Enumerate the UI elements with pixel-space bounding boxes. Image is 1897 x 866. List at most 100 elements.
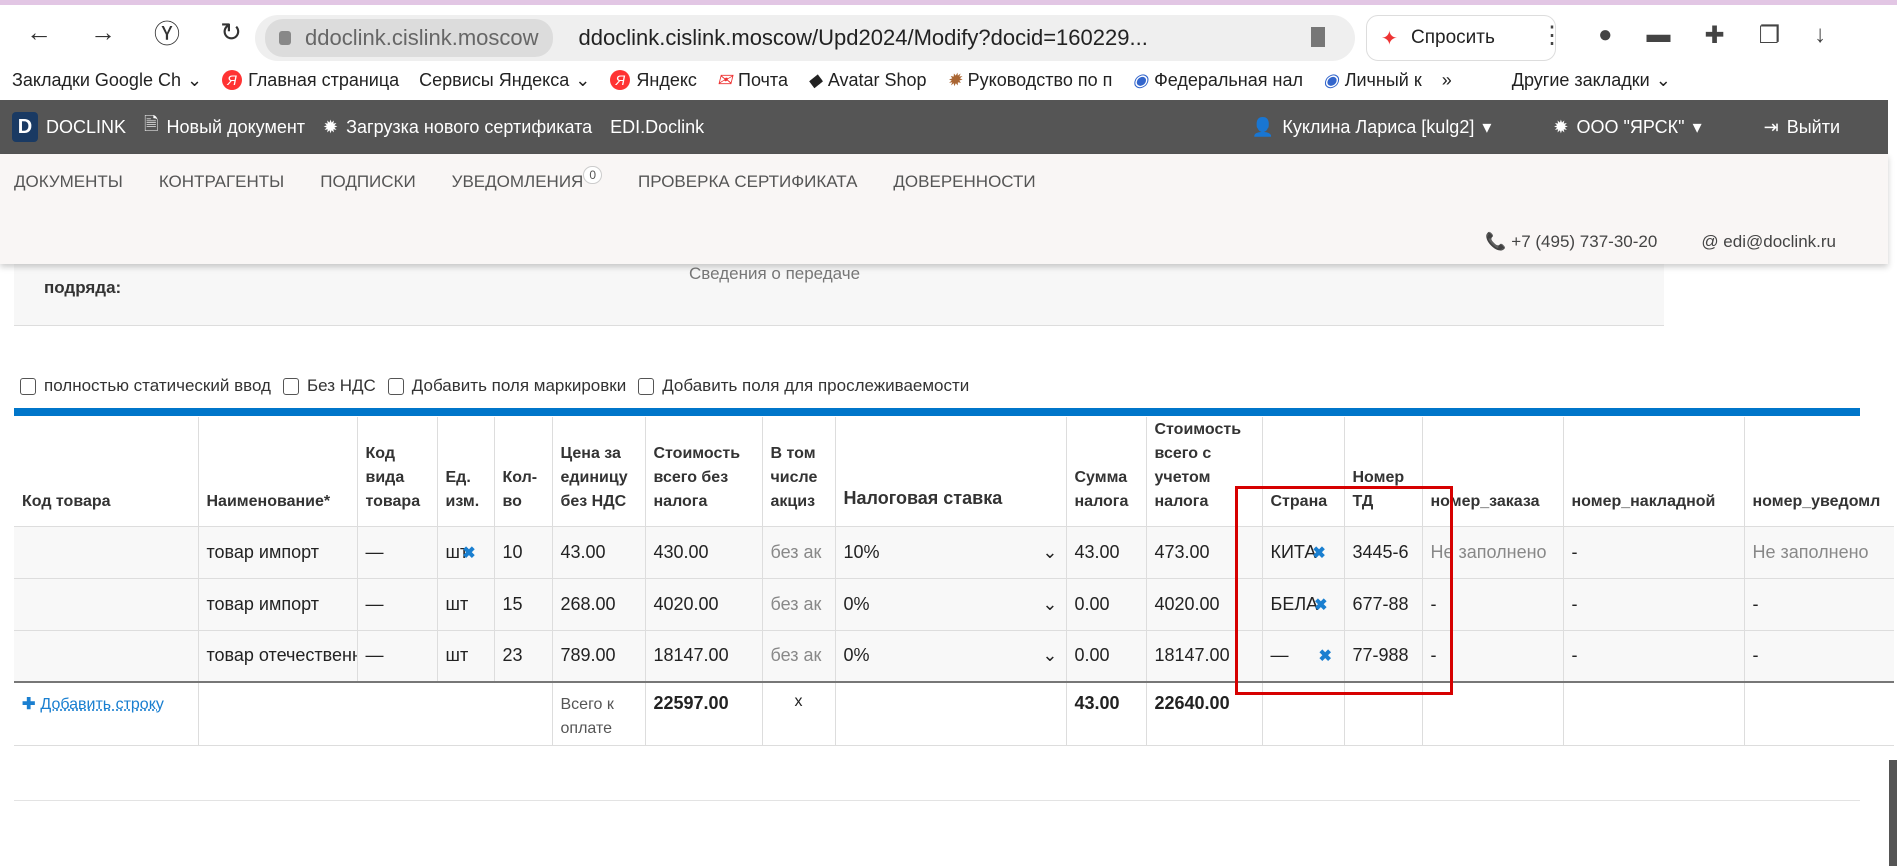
cell-unit[interactable]: шт [436,577,494,630]
qty-value: 10 [502,541,523,562]
traceability-fields-checkbox[interactable]: Добавить поля для прослеживаемости [638,376,969,396]
cell-excise[interactable]: без ак [761,629,835,682]
options-checkboxes: полностью статический ввод Без НДС Добав… [20,376,969,396]
tab-cert-check[interactable]: ПРОВЕРКА СЕРТИФИКАТА [638,172,857,192]
cell-rate[interactable]: 10% ⌄ [834,525,1066,578]
tab-powers-of-attorney[interactable]: ДОВЕРЕННОСТИ [893,172,1035,192]
cell-qty[interactable]: 23 [493,629,552,682]
cell-excise[interactable]: без ак [761,525,835,578]
other-bookmarks[interactable]: Другие закладки ⌄ [1512,70,1671,91]
back-icon[interactable]: ← [14,17,64,48]
bookmark-item[interactable]: Я Яндекс [610,70,697,91]
tab-subscriptions[interactable]: ПОДПИСКИ [320,172,415,192]
address-bar[interactable]: ddoclink.cislink.moscow ddoclink.cislink… [255,15,1355,61]
cell-rate[interactable]: 0% ⌄ [834,629,1066,682]
cell-price[interactable]: 43.00 [551,525,645,578]
no-vat-checkbox[interactable]: Без НДС [282,376,376,396]
user-menu[interactable]: 👤 Куклина Лариса [kulg2] ▾ [1252,117,1491,138]
bookmark-item[interactable]: ✹ Руководство по п [947,70,1113,91]
tabs-icon[interactable]: ❐ [1759,21,1781,50]
download-icon[interactable]: ↓ [1814,21,1826,50]
cell-cost[interactable]: 18147.00 [644,629,762,682]
scrollbar[interactable] [1889,760,1897,866]
upload-cert-link[interactable]: ✹ Загрузка нового сертификата [323,117,592,138]
tab-documents[interactable]: ДОКУМЕНТЫ [14,172,123,192]
cell-name[interactable]: товар импорт [197,577,357,630]
bookmark-icon[interactable] [1311,27,1325,47]
cell-qty[interactable]: 15 [493,577,552,630]
gear-icon: ✹ [946,69,962,90]
new-document-link[interactable]: 🗎 Новый документ [144,112,305,142]
edi-link[interactable]: EDI.Doclink [610,117,704,138]
cell-cost[interactable]: 4020.00 [644,577,762,630]
extensions-icon[interactable]: ✚ [1705,21,1725,50]
email[interactable]: @ edi@doclink.ru [1701,232,1836,252]
cell-notice[interactable]: Не заполнено [1743,525,1894,578]
cell-cost[interactable]: 430.00 [644,525,762,578]
profile-icon[interactable]: ● [1598,21,1613,50]
label: Выйти [1786,116,1840,137]
cell-excise[interactable]: без ак [761,577,835,630]
tax-total: 43.00 [1065,681,1146,746]
reload-icon[interactable]: ↻ [206,17,256,48]
org-menu[interactable]: ✹ ООО "ЯРСК" ▾ [1553,117,1701,138]
tax-rate-select[interactable]: 0% ⌄ [844,594,1058,615]
more-bookmarks[interactable]: » [1442,70,1452,91]
plus-icon[interactable]: ✚ [22,696,35,713]
static-input-checkbox[interactable]: полностью статический ввод [20,376,271,396]
cell-tax[interactable]: 0.00 [1065,629,1146,682]
logo-text[interactable]: DOCLINK [46,117,126,138]
goods-table: Код товара Наименование* Код вида товара Ед… [14,417,1894,746]
add-row-link[interactable]: Добавить строку [40,696,163,713]
notice-value: - [1752,645,1759,666]
field-value[interactable]: Сведения о передаче [689,264,860,284]
gear-icon: ✹ [1553,116,1569,137]
qty-value: 23 [502,645,523,666]
cell-invoice[interactable]: - [1562,577,1744,630]
bookmark-item[interactable]: Сервисы Яндекса ⌄ [419,70,590,91]
ask-button[interactable]: Спросить [1366,15,1556,61]
cell-rate[interactable]: 0% ⌄ [834,577,1066,630]
cell-name[interactable]: товар отечественный [197,629,358,682]
cell-notice[interactable]: - [1743,629,1894,682]
bookmark-item[interactable]: Я Главная страница [222,70,399,91]
clear-icon[interactable]: ✖ [462,545,475,562]
bookmark-item[interactable]: ◆ Avatar Shop [808,70,927,91]
kind-value: — [365,645,384,666]
tax-rate-select[interactable]: 0% ⌄ [844,645,1058,666]
tab-counterparties[interactable]: КОНТРАГЕНТЫ [159,172,284,192]
cell-tax[interactable]: 0.00 [1065,577,1146,630]
cell-unit[interactable]: шт [436,629,494,682]
cell-invoice[interactable]: - [1562,629,1744,682]
bookmark-item[interactable]: ◉ Личный к [1323,70,1422,91]
cell-tax[interactable]: 43.00 [1065,525,1146,578]
column-header[interactable]: Налоговая ставка [834,417,1066,526]
shield-icon[interactable]: ▬ [1647,21,1671,50]
url-text[interactable]: ddoclink.cislink.moscow/Upd2024/Modify?d… [579,25,1148,51]
menu-icon[interactable]: ⋮ [1540,21,1564,50]
phone-text: +7 (495) 737-30-20 [1511,232,1658,251]
invoice-value: - [1571,645,1578,666]
rate-value: 0% [843,593,870,614]
bookmark-item[interactable]: ◉ Федеральная нал [1132,70,1303,91]
cell-price[interactable]: 789.00 [551,629,645,682]
tab-notifications[interactable]: УВЕДОМЛЕНИЯ 0 [452,166,603,192]
bookmark-item[interactable]: Закладки Google Ch ⌄ [12,70,202,91]
logout-link[interactable]: ⇥ Выйти [1764,117,1840,138]
bookmark-item[interactable]: ✉ Почта [717,70,788,91]
column-header: Код товара [22,492,111,510]
cell-name[interactable]: товар импорт [197,525,357,578]
highlight-box [1235,486,1453,695]
forward-icon[interactable]: → [78,17,128,48]
cell-invoice[interactable]: - [1562,525,1744,578]
cell-unit[interactable]: шт✖ [436,525,494,578]
cell-notice[interactable]: - [1743,577,1894,630]
cell-price[interactable]: 268.00 [551,577,645,630]
tax-rate-select[interactable]: 10% ⌄ [844,542,1058,563]
marking-fields-checkbox[interactable]: Добавить поля маркировки [387,376,626,396]
domain-chip[interactable]: ddoclink.cislink.moscow [265,19,553,57]
cell-qty[interactable]: 10 [493,525,552,578]
yandex-icon[interactable]: Ⓨ [142,14,192,51]
name-value: товар отечественный [206,645,358,666]
user-icon: 👤 [1251,116,1275,137]
